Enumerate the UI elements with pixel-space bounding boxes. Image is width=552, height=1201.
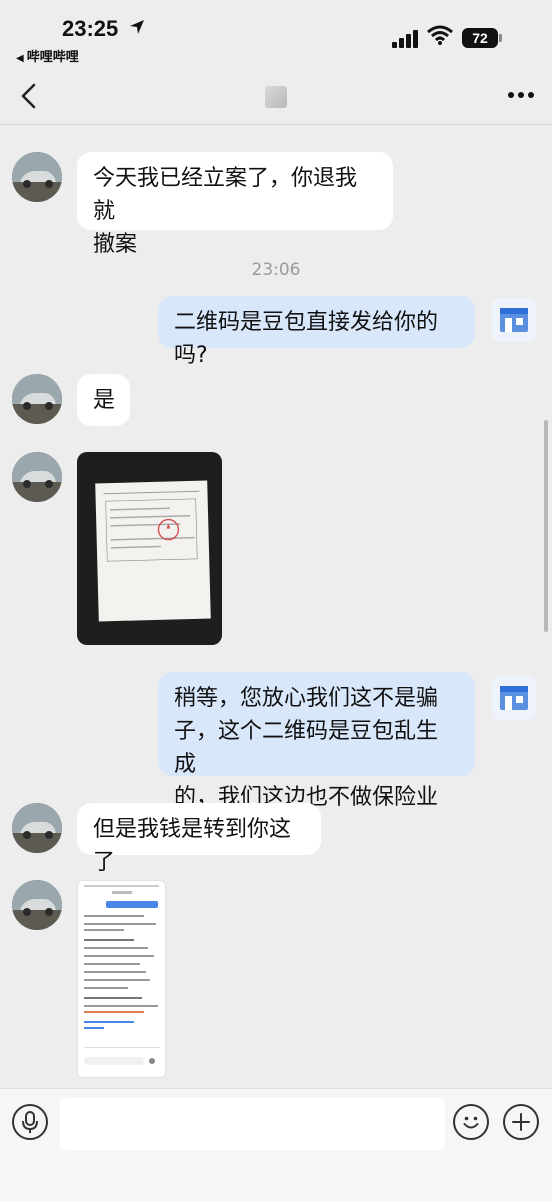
message-line: 今天我已经立案了，你退我就: [93, 166, 358, 224]
document-photo: [95, 480, 211, 622]
message-line: 子，这个二维码是豆包乱生成: [174, 719, 439, 777]
message-line: 二维码是豆包直接发给你的吗?: [174, 310, 439, 368]
contact-title-avatar[interactable]: [265, 86, 287, 108]
plus-icon[interactable]: [503, 1104, 539, 1140]
chevron-left-icon[interactable]: [14, 80, 46, 112]
message-line: 但是我钱是转到你这了: [93, 817, 292, 875]
location-arrow-icon: [130, 20, 144, 34]
emoji-icon[interactable]: [453, 1104, 489, 1140]
message-line: 是: [93, 388, 116, 413]
message-line: 撤案: [93, 232, 138, 257]
status-bar: 23:25 ◀ 哔哩哔哩 72: [0, 0, 552, 70]
image-message-screenshot[interactable]: [77, 880, 166, 1078]
contact-avatar[interactable]: [12, 374, 62, 424]
contact-avatar[interactable]: [12, 452, 62, 502]
contact-avatar[interactable]: [12, 803, 62, 853]
message-bubble-incoming[interactable]: 今天我已经立案了，你退我就 撤案: [77, 152, 393, 257]
image-message-document-photo[interactable]: [77, 452, 222, 645]
more-dots-icon[interactable]: [506, 82, 536, 106]
message-line: 稍等，您放心我们这不是骗: [174, 686, 439, 711]
wifi-icon: [427, 25, 453, 45]
back-triangle-icon: ◀: [16, 53, 24, 64]
status-time: 23:25: [62, 16, 119, 41]
voice-icon[interactable]: [12, 1104, 48, 1140]
back-to-app-link[interactable]: ◀ 哔哩哔哩: [16, 46, 79, 65]
contact-avatar[interactable]: [12, 152, 62, 202]
own-avatar[interactable]: [492, 676, 536, 720]
message-bubble-incoming[interactable]: 但是我钱是转到你这了: [77, 803, 321, 875]
chat-header: [0, 70, 552, 125]
message-bubble-outgoing[interactable]: 稍等，您放心我们这不是骗 子，这个二维码是豆包乱生成 的，我们这边也不做保险业务: [158, 672, 475, 843]
back-app-label: 哔哩哔哩: [26, 50, 79, 65]
chat-timestamp: 23:06: [251, 260, 301, 280]
cellular-signal-icon: [392, 26, 420, 48]
own-avatar[interactable]: [492, 298, 536, 342]
input-bar: [0, 1088, 552, 1201]
message-input[interactable]: [60, 1098, 445, 1150]
contact-avatar[interactable]: [12, 880, 62, 930]
message-bubble-incoming[interactable]: 是: [77, 374, 130, 426]
scroll-indicator[interactable]: [544, 420, 548, 632]
battery-indicator: 72: [462, 28, 498, 48]
message-bubble-outgoing[interactable]: 二维码是豆包直接发给你的吗?: [158, 296, 475, 368]
battery-cap: [499, 34, 502, 42]
